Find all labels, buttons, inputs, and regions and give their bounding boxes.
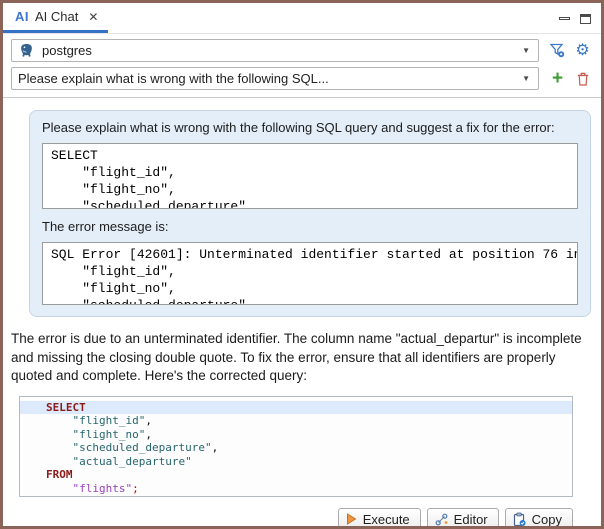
copy-clipboard-icon (513, 512, 526, 527)
prompt-row: Please explain what is wrong with the fo… (11, 67, 593, 90)
execute-button[interactable]: Execute (338, 508, 421, 529)
ai-settings-gear-icon[interactable]: ⚙ (574, 42, 591, 59)
tab-bar: AI AI Chat ✕ (3, 3, 601, 34)
maximize-icon[interactable] (580, 14, 591, 24)
copy-button[interactable]: Copy (505, 508, 573, 529)
copy-button-label: Copy (532, 512, 562, 527)
postgresql-elephant-icon (18, 42, 35, 59)
connection-combo[interactable]: postgres ▼ (11, 39, 539, 62)
user-message-bubble: Please explain what is wrong with the fo… (29, 110, 591, 317)
editor-button[interactable]: Editor (427, 508, 499, 529)
connection-row: postgres ▼ ⚙ (11, 39, 593, 62)
corrected-sql-block[interactable]: SELECT "flight_id", "flight_no", "schedu… (19, 396, 573, 497)
scope-filter-icon[interactable] (549, 42, 566, 59)
window-controls (559, 12, 591, 24)
add-prompt-icon[interactable]: + (549, 70, 566, 87)
minimize-icon[interactable] (559, 17, 570, 20)
tab-close-icon[interactable]: ✕ (88, 10, 98, 24)
prompt-row-icons: + (539, 70, 593, 87)
sql-code-line: FROM (20, 468, 572, 482)
sql-code-line: "flight_id", (20, 414, 572, 428)
error-message-label: The error message is: (42, 219, 578, 234)
prompt-value: Please explain what is wrong with the fo… (18, 71, 515, 86)
assistant-answer-text: The error is due to an unterminated iden… (11, 330, 597, 386)
chat-content: Please explain what is wrong with the fo… (3, 98, 601, 529)
ai-chat-panel: AI AI Chat ✕ postgres ▼ (0, 0, 604, 529)
sql-code-line: "actual_departure" (20, 455, 572, 469)
prompt-dropdown-arrow[interactable]: ▼ (522, 74, 532, 83)
ai-chat-icon: AI (15, 9, 29, 24)
user-query-code-block[interactable]: SELECT "flight_id", "flight_no", "schedu… (42, 143, 578, 209)
editor-button-label: Editor (454, 512, 488, 527)
error-message-code-block[interactable]: SQL Error [42601]: Unterminated identifi… (42, 242, 578, 305)
sql-code-line: "flights"; (20, 482, 572, 496)
tab-ai-chat[interactable]: AI AI Chat ✕ (3, 3, 108, 33)
connection-dropdown-arrow[interactable]: ▼ (522, 46, 532, 55)
action-button-bar: Execute Editor (3, 508, 573, 529)
delete-prompt-trash-icon[interactable] (574, 70, 591, 87)
tab-label: AI Chat (35, 9, 78, 24)
prompt-combo[interactable]: Please explain what is wrong with the fo… (11, 67, 539, 90)
user-message-intro: Please explain what is wrong with the fo… (42, 120, 578, 135)
sql-code-line: SELECT (20, 401, 572, 415)
sql-code-line: "flight_no", (20, 428, 572, 442)
execute-button-label: Execute (363, 512, 410, 527)
sql-code-line: "scheduled_departure", (20, 441, 572, 455)
connection-row-icons: ⚙ (539, 42, 593, 59)
execute-play-icon (346, 513, 357, 525)
sql-editor-link-icon (435, 513, 448, 526)
connection-value: postgres (42, 43, 515, 58)
